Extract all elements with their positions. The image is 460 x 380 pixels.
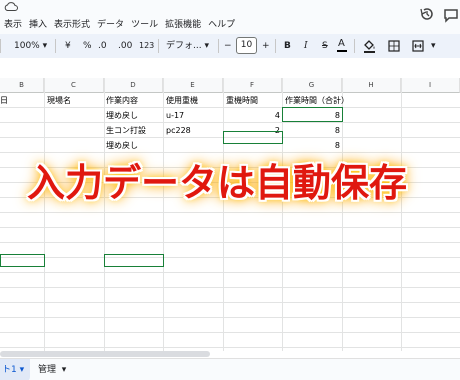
column-header-g[interactable]: G	[282, 78, 342, 93]
cell-work[interactable]: 埋め戻し	[106, 108, 162, 123]
menu-data[interactable]: データ	[97, 20, 124, 30]
increase-decimal-button[interactable]: .00	[118, 39, 132, 53]
cell-machine[interactable]: u-17	[166, 108, 222, 123]
menu-view[interactable]: 表示	[4, 20, 22, 30]
font-size-increase-button[interactable]: +	[262, 39, 270, 53]
borders-icon[interactable]	[388, 40, 400, 52]
column-header-h[interactable]: H	[342, 78, 401, 93]
menu-insert[interactable]: 挿入	[29, 20, 47, 30]
sheet-tab-kanri[interactable]: 管理 ▾	[38, 359, 66, 380]
menu-help[interactable]: ヘルプ	[208, 20, 235, 30]
sheet-tab-label: 管理	[38, 365, 57, 375]
cell-header-total-hours[interactable]: 作業時間（合計）	[285, 93, 355, 108]
cell-header-work[interactable]: 作業内容	[106, 93, 162, 108]
cell-selection	[104, 254, 164, 267]
sheet-tab-label: ト1	[2, 365, 17, 375]
font-size-input[interactable]: 10	[236, 37, 257, 54]
bold-button[interactable]: B	[284, 39, 291, 53]
cell-header-machine[interactable]: 使用重機	[166, 93, 222, 108]
cell-machine[interactable]	[166, 138, 222, 153]
column-header-d[interactable]: D	[104, 78, 163, 93]
number-format-button[interactable]: 123	[139, 39, 154, 53]
menu-area: 表示 挿入 表示形式 データ ツール 拡張機能 ヘルプ	[0, 0, 460, 34]
menu-format[interactable]: 表示形式	[54, 20, 90, 30]
cell-machine[interactable]: pc228	[166, 123, 222, 138]
currency-button[interactable]: ¥	[65, 39, 71, 53]
column-header-f[interactable]: F	[223, 78, 282, 93]
percent-button[interactable]: %	[83, 39, 92, 53]
text-color-button[interactable]: A	[337, 38, 347, 52]
horizontal-scrollbar[interactable]	[0, 351, 210, 357]
cell-work[interactable]: 埋め戻し	[106, 138, 162, 153]
cell-header-date[interactable]: 日	[0, 93, 44, 108]
column-header-e[interactable]: E	[163, 78, 223, 93]
toolbar: 100% ▾ ¥ % .0 .00 123 デフォ... ▾ − 10 + B …	[0, 34, 460, 58]
cell-work[interactable]: 生コン打設	[106, 123, 162, 138]
font-size-decrease-button[interactable]: −	[224, 39, 232, 53]
sheet-tab-active[interactable]: ト1 ▾	[0, 359, 30, 380]
cloud-saved-icon	[4, 2, 18, 11]
cell-selection	[282, 107, 343, 122]
sheet-tabs: ト1 ▾ 管理 ▾	[0, 358, 460, 380]
zoom-value: 100%	[14, 41, 40, 51]
column-header-i[interactable]: I	[401, 78, 460, 93]
zoom-select[interactable]: 100% ▾	[14, 39, 47, 53]
menu-extensions[interactable]: 拡張機能	[165, 20, 201, 30]
font-name: デフォ...	[166, 41, 202, 51]
merge-dropdown-icon[interactable]: ▾	[431, 39, 436, 53]
cell-total-hours[interactable]: 8	[282, 138, 340, 153]
column-header-b[interactable]: B	[0, 78, 44, 93]
column-header-c[interactable]: C	[44, 78, 104, 93]
italic-button[interactable]: I	[304, 39, 308, 53]
cell-header-machine-hours[interactable]: 重機時間	[226, 93, 282, 108]
menu-tools[interactable]: ツール	[131, 20, 158, 30]
cell-total-hours[interactable]: 8	[282, 123, 340, 138]
history-icon[interactable]	[419, 6, 435, 22]
promo-headline: 入力データは自動保存	[27, 161, 408, 205]
cell-selection	[0, 254, 45, 267]
cell-header-site[interactable]: 現場名	[47, 93, 103, 108]
active-cell-outline	[223, 131, 283, 144]
fill-color-icon[interactable]	[363, 39, 376, 53]
comment-icon[interactable]	[443, 7, 459, 23]
strikethrough-button[interactable]: S	[322, 39, 328, 53]
cell-machine-hours[interactable]: 4	[223, 108, 280, 123]
menubar: 表示 挿入 表示形式 データ ツール 拡張機能 ヘルプ	[4, 17, 242, 30]
decrease-decimal-button[interactable]: .0	[98, 39, 107, 53]
merge-cells-icon[interactable]	[412, 40, 424, 52]
font-select[interactable]: デフォ... ▾	[166, 39, 209, 53]
